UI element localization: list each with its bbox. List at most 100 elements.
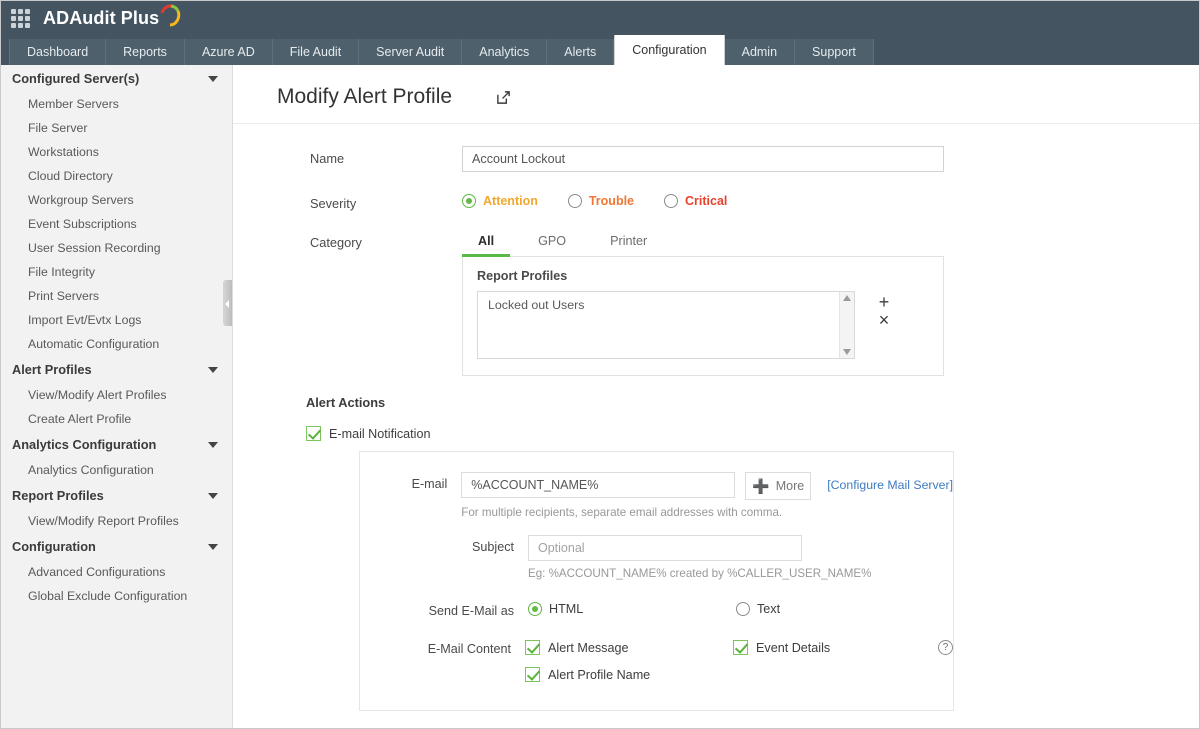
tab-reports[interactable]: Reports <box>106 39 185 65</box>
radio-dot-icon <box>528 602 542 616</box>
sidebar-group-label: Configuration <box>12 539 96 554</box>
sidebar-item-member-servers[interactable]: Member Servers <box>1 92 232 116</box>
brand-swoosh-icon <box>159 4 181 28</box>
sidebar-group-analytics-configuration[interactable]: Analytics Configuration <box>1 431 232 458</box>
tab-file-audit[interactable]: File Audit <box>273 39 359 65</box>
send-as-option-text[interactable]: Text <box>736 602 780 616</box>
remove-report-profile-button[interactable]: × <box>875 312 893 329</box>
category-tab-printer[interactable]: Printer <box>594 230 663 256</box>
sidebar-item-cloud-directory[interactable]: Cloud Directory <box>1 164 232 188</box>
form-row-name: Name <box>233 146 1199 172</box>
sidebar-item-event-subscriptions[interactable]: Event Subscriptions <box>1 212 232 236</box>
email-notification-toggle[interactable]: E-mail Notification <box>306 426 1199 441</box>
category-tab-all[interactable]: All <box>462 230 510 256</box>
sidebar-group-label: Analytics Configuration <box>12 437 156 452</box>
scroll-down-arrow-icon[interactable] <box>843 349 851 355</box>
tab-admin[interactable]: Admin <box>725 39 795 65</box>
sidebar-group-configured-servers[interactable]: Configured Server(s) <box>1 65 232 92</box>
tab-label: File Audit <box>290 45 341 59</box>
question-mark-icon[interactable]: ? <box>938 640 953 655</box>
grid-apps-icon[interactable] <box>11 9 30 28</box>
sidebar-item-view-modify-alert-profiles[interactable]: View/Modify Alert Profiles <box>1 383 232 407</box>
list-item[interactable]: Locked out Users <box>478 292 854 318</box>
sidebar-item-global-exclude-configuration[interactable]: Global Exclude Configuration <box>1 584 232 608</box>
subject-input[interactable] <box>528 535 802 561</box>
sidebar-item-workgroup-servers[interactable]: Workgroup Servers <box>1 188 232 212</box>
sidebar-item-file-server[interactable]: File Server <box>1 116 232 140</box>
form-row-severity: Severity Attention Trouble <box>233 191 1199 211</box>
page-title: Modify Alert Profile <box>277 85 452 109</box>
report-profiles-listbox[interactable]: Locked out Users <box>477 291 855 359</box>
severity-option-critical[interactable]: Critical <box>664 194 727 208</box>
configure-mail-server-link[interactable]: [Configure Mail Server] <box>827 472 953 492</box>
more-recipients-button[interactable]: ➕ More <box>745 472 811 500</box>
sidebar-group-configuration[interactable]: Configuration <box>1 533 232 560</box>
name-input[interactable] <box>462 146 944 172</box>
tab-label: Support <box>812 45 856 59</box>
sidebar-item-print-servers[interactable]: Print Servers <box>1 284 232 308</box>
scroll-up-arrow-icon[interactable] <box>843 295 851 301</box>
severity-option-label: Critical <box>685 194 727 208</box>
tab-configuration[interactable]: Configuration <box>614 35 724 65</box>
sidebar-item-create-alert-profile[interactable]: Create Alert Profile <box>1 407 232 431</box>
tab-analytics[interactable]: Analytics <box>462 39 547 65</box>
sidebar-item-user-session-recording[interactable]: User Session Recording <box>1 236 232 260</box>
checkbox-icon[interactable] <box>525 640 540 655</box>
email-content-label: E-Mail Content <box>360 640 525 656</box>
content-option-event-details[interactable]: Event Details <box>733 640 938 655</box>
chevron-down-icon <box>208 367 218 373</box>
brand-logo[interactable]: ADAudit Plus <box>43 8 159 29</box>
page-body: Configured Server(s) Member Servers File… <box>1 65 1199 729</box>
sidebar-item-workstations[interactable]: Workstations <box>1 140 232 164</box>
sidebar-item-analytics-configuration[interactable]: Analytics Configuration <box>1 458 232 482</box>
subject-label: Subject <box>360 535 528 554</box>
name-label: Name <box>233 146 462 166</box>
category-label: Category <box>233 230 462 250</box>
form-row-category: Category All GPO Printer Report Profiles <box>233 230 1199 376</box>
tab-dashboard[interactable]: Dashboard <box>9 39 106 65</box>
sidebar-item-automatic-configuration[interactable]: Automatic Configuration <box>1 332 232 356</box>
tab-label: Server Audit <box>376 45 444 59</box>
checkbox-icon[interactable] <box>306 426 321 441</box>
chevron-down-icon <box>208 76 218 82</box>
email-input[interactable] <box>461 472 735 498</box>
sidebar-item-file-integrity[interactable]: File Integrity <box>1 260 232 284</box>
sidebar: Configured Server(s) Member Servers File… <box>1 65 233 729</box>
content-option-label: Alert Message <box>548 641 629 655</box>
category-tab-list: All GPO Printer <box>462 230 944 257</box>
sidebar-item-advanced-configurations[interactable]: Advanced Configurations <box>1 560 232 584</box>
listbox-scrollbar[interactable] <box>839 292 854 358</box>
content-option-label: Event Details <box>756 641 830 655</box>
external-link-icon[interactable] <box>496 90 511 105</box>
sidebar-group-label: Alert Profiles <box>12 362 92 377</box>
main-navigation-tabs: Dashboard Reports Azure AD File Audit Se… <box>1 35 1199 65</box>
severity-option-attention[interactable]: Attention <box>462 194 538 208</box>
sidebar-group-alert-profiles[interactable]: Alert Profiles <box>1 356 232 383</box>
plus-icon: ➕ <box>752 478 769 495</box>
severity-option-label: Attention <box>483 194 538 208</box>
content-option-alert-message[interactable]: Alert Message <box>525 640 733 655</box>
sidebar-group-report-profiles[interactable]: Report Profiles <box>1 482 232 509</box>
checkbox-icon[interactable] <box>733 640 748 655</box>
send-as-option-html[interactable]: HTML <box>528 602 736 616</box>
sidebar-item-import-evt-logs[interactable]: Import Evt/Evtx Logs <box>1 308 232 332</box>
checkbox-icon[interactable] <box>525 667 540 682</box>
tab-server-audit[interactable]: Server Audit <box>359 39 462 65</box>
tab-azure-ad[interactable]: Azure AD <box>185 39 273 65</box>
sidebar-item-view-modify-report-profiles[interactable]: View/Modify Report Profiles <box>1 509 232 533</box>
app-header: ADAudit Plus <box>1 1 1199 35</box>
report-profiles-actions: + × <box>875 291 893 329</box>
content-option-alert-profile-name[interactable]: Alert Profile Name <box>525 667 953 682</box>
add-report-profile-button[interactable]: + <box>875 294 893 311</box>
tab-support[interactable]: Support <box>795 39 874 65</box>
tab-alerts[interactable]: Alerts <box>547 39 614 65</box>
main-content: Modify Alert Profile Name Severi <box>233 65 1199 729</box>
chevron-down-icon <box>208 493 218 499</box>
radio-dot-icon <box>462 194 476 208</box>
tab-label: Alerts <box>564 45 596 59</box>
severity-option-trouble[interactable]: Trouble <box>568 194 634 208</box>
category-panel: All GPO Printer Report Profiles Locked o… <box>462 230 944 376</box>
category-tab-gpo[interactable]: GPO <box>522 230 582 256</box>
sidebar-collapse-handle[interactable] <box>223 280 232 326</box>
email-subject-row: Subject Eg: %ACCOUNT_NAME% created by %C… <box>360 535 953 580</box>
